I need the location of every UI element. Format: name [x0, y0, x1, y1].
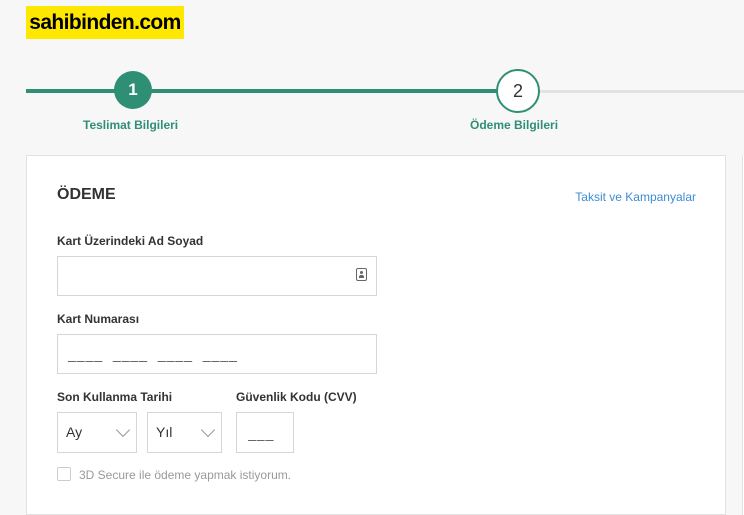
step-2-label: Ödeme Bilgileri — [470, 118, 559, 132]
step-1-label[interactable]: Teslimat Bilgileri — [83, 118, 178, 132]
3d-secure-label[interactable]: 3D Secure ile ödeme yapmak istiyorum. — [79, 468, 291, 482]
3d-secure-checkbox[interactable] — [57, 467, 71, 481]
checkout-progress: 1 2 Teslimat Bilgileri Ödeme Bilgileri — [0, 60, 744, 150]
cardholder-input[interactable] — [57, 256, 377, 296]
expiry-year-value: Yıl — [156, 424, 173, 440]
cvv-input[interactable] — [236, 412, 294, 453]
card-number-label: Kart Numarası — [57, 312, 140, 326]
payment-card: ÖDEME Taksit ve Kampanyalar Kart Üzerind… — [26, 155, 726, 515]
cardholder-label: Kart Üzerindeki Ad Soyad — [57, 234, 204, 248]
expiry-month-value: Ay — [66, 424, 83, 440]
cvv-label: Güvenlik Kodu (CVV) — [236, 390, 357, 404]
progress-line-remaining — [540, 90, 744, 93]
contact-card-icon[interactable] — [356, 268, 367, 281]
progress-line-completed — [26, 89, 498, 93]
installments-link[interactable]: Taksit ve Kampanyalar — [575, 190, 696, 204]
expiry-year-select[interactable]: Yıl — [147, 412, 222, 453]
expiry-month-select[interactable]: Ay — [57, 412, 137, 453]
step-1-circle[interactable]: 1 — [114, 71, 152, 109]
expiry-label: Son Kullanma Tarihi — [57, 390, 173, 404]
payment-title: ÖDEME — [57, 186, 116, 203]
sahibinden-logo[interactable]: sahibinden.com — [26, 6, 184, 39]
chevron-down-icon — [200, 422, 216, 438]
step-2-circle: 2 — [496, 69, 540, 113]
card-number-input[interactable] — [57, 334, 377, 374]
chevron-down-icon — [115, 422, 131, 438]
